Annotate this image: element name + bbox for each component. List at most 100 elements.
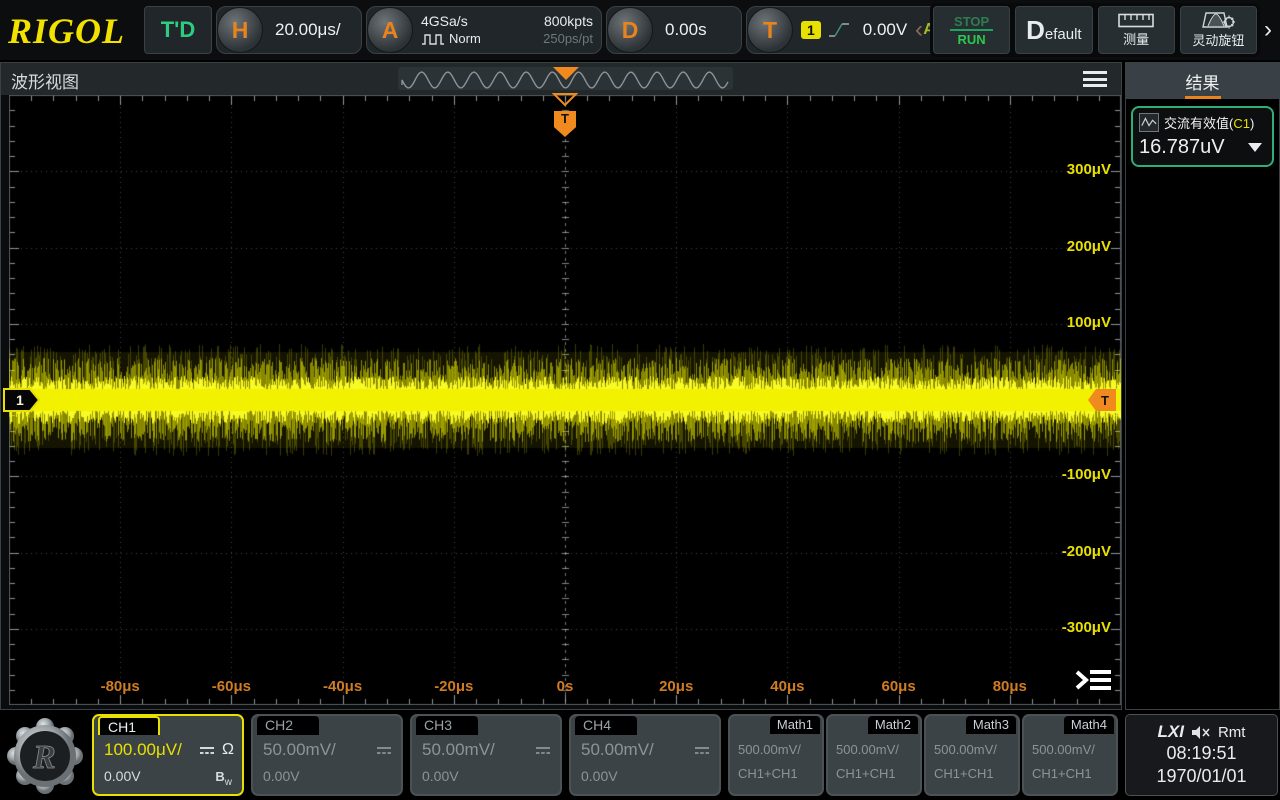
results-menu-expand-icon[interactable] [1073, 665, 1113, 695]
svg-text:T: T [1101, 393, 1109, 408]
clock-date: 1970/01/01 [1156, 765, 1246, 788]
results-title: 结果 [1186, 69, 1220, 94]
speaker-muted-icon [1191, 725, 1211, 740]
voltage-axis-label: 100μV [1039, 314, 1111, 331]
waveform-view-window: 波形视图 300μV200μV100μV-100μV-200μV-300μV-8… [0, 62, 1122, 710]
measurement-card[interactable]: 交流有效值(C1) 16.787uV [1131, 106, 1274, 167]
voltage-axis-label: -100μV [1039, 466, 1111, 483]
math-scale: 500.00mV/ [836, 742, 899, 757]
acquisition-knob[interactable]: A [367, 7, 413, 53]
math-label: Math1 [770, 716, 820, 734]
voltage-axis-label: 300μV [1039, 161, 1111, 178]
results-panel: 结果 交流有效值(C1) 16.787uV [1125, 62, 1280, 710]
math-label: Math4 [1064, 716, 1114, 734]
math-expression: CH1+CH1 [1032, 766, 1092, 781]
math-label: Math3 [966, 716, 1016, 734]
toolbar-scroll-left-icon[interactable]: ‹ [915, 18, 923, 42]
channel-offset: 0.00V [422, 768, 459, 784]
ruler-icon [1118, 13, 1154, 28]
sample-rate: 4GSa/s [421, 12, 468, 30]
voltage-axis-label: -200μV [1039, 543, 1111, 560]
math-card-math2[interactable]: Math2 500.00mV/CH1+CH1 [826, 714, 922, 796]
time-axis-label: 0s [530, 678, 600, 695]
channel-offset: 0.00V [263, 768, 300, 784]
math-scale: 500.00mV/ [1032, 742, 1095, 757]
trigger-flag[interactable]: T [554, 111, 576, 137]
results-header-underline [1185, 96, 1221, 99]
trigger-knob[interactable]: T [747, 7, 793, 53]
delay-value[interactable]: 0.00s [665, 20, 707, 40]
status-clock: LXI Rmt 08:19:51 1970/01/01 [1125, 714, 1278, 796]
channel-scale: 100.00μV/ [104, 740, 182, 760]
channel-offset: 0.00V [104, 768, 141, 788]
waveform-view-title: 波形视图 [11, 68, 79, 93]
trigger-level-marker[interactable]: T [1087, 388, 1117, 412]
trigger-source-badge[interactable]: 1 [801, 21, 821, 39]
time-axis-label: -20μs [419, 678, 489, 695]
top-toolbar: RIGOL T'D H 20.00μs/ A 4GSa/s 800kpts No… [0, 0, 1280, 60]
horizontal-scale[interactable]: 20.00μs/ [275, 20, 341, 40]
quick-knob-button[interactable]: 灵动旋钮 [1180, 6, 1257, 54]
math-scale: 500.00mV/ [934, 742, 997, 757]
stop-run-button[interactable]: STOP RUN [933, 6, 1010, 54]
channel-scale: 50.00mV/ [581, 740, 654, 760]
svg-text:1: 1 [16, 392, 24, 408]
channel-label: CH2 [257, 716, 319, 735]
clock-time: 08:19:51 [1166, 742, 1236, 765]
measurement-dropdown-icon[interactable] [1248, 143, 1262, 152]
dc-coupling-icon [693, 745, 711, 756]
dc-coupling-icon [198, 745, 216, 756]
time-axis-label: 80μs [975, 678, 1045, 695]
math-card-math3[interactable]: Math3500.00mV/CH1+CH1 [924, 714, 1020, 796]
channel-offset: 0.00V [581, 768, 618, 784]
channel-scale: 50.00mV/ [263, 740, 336, 760]
trigger-group: T 1 0.00V A [746, 6, 942, 54]
voltage-axis-label: 200μV [1039, 238, 1111, 255]
waveform-canvas[interactable] [9, 95, 1121, 705]
measure-button[interactable]: 测量 [1098, 6, 1175, 54]
trigger-position-marker[interactable]: T [552, 93, 578, 137]
math-card-math1[interactable]: Math1500.00mV/CH1+CH1 [728, 714, 824, 796]
channel-card-ch4[interactable]: CH4 50.00mV/0.00V [569, 714, 721, 796]
channel-status-bar: R CH1100.00μV/Ω0.00VBwCH250.00mV/0.00VCH… [0, 712, 1280, 800]
channel-label: CH4 [575, 716, 637, 735]
math-card-math4[interactable]: Math4 500.00mV/CH1+CH1 [1022, 714, 1118, 796]
measurement-name: 交流有效值(C1) [1164, 113, 1254, 132]
graticule[interactable]: 300μV200μV100μV-100μV-200μV-300μV-80μs-6… [9, 95, 1121, 705]
acquisition-mode: Norm [449, 30, 481, 48]
toolbar-scroll-right-icon[interactable]: › [1264, 18, 1272, 42]
rigol-nav-knob: R [2, 713, 88, 799]
horizontal-position-strip[interactable] [398, 67, 733, 90]
impedance-label: Ω [222, 741, 234, 759]
trigger-status-badge: T'D [144, 6, 212, 54]
measurement-waveform-icon [1139, 113, 1159, 132]
math-label: Math2 [868, 716, 918, 734]
delay-group: D 0.00s [606, 6, 742, 54]
acquisition-wave-icon [421, 32, 445, 46]
stop-label: STOP [950, 14, 993, 31]
bandwidth-limit-label: Bw [215, 768, 232, 788]
trigger-level[interactable]: 0.00V [863, 20, 907, 40]
time-axis-label: 60μs [864, 678, 934, 695]
quick-knob-icon [1200, 12, 1236, 29]
horizontal-knob[interactable]: H [217, 7, 263, 53]
math-expression: CH1+CH1 [836, 766, 896, 781]
acquisition-panel[interactable]: 4GSa/s 800kpts Norm 250ps/pt [413, 9, 601, 51]
time-axis-label: -60μs [196, 678, 266, 695]
channel-card-ch2[interactable]: CH2 50.00mV/0.00V [251, 714, 403, 796]
waveform-menu-icon[interactable] [1083, 71, 1107, 88]
measurement-value: 16.787uV [1139, 136, 1225, 159]
delay-knob[interactable]: D [607, 7, 653, 53]
time-axis-label: -40μs [308, 678, 378, 695]
channel-label: CH1 [98, 716, 160, 735]
voltage-axis-label: -300μV [1039, 619, 1111, 636]
channel1-position-marker[interactable]: 1 [3, 388, 41, 412]
channel-scale: 50.00mV/ [422, 740, 495, 760]
time-axis-label: 20μs [641, 678, 711, 695]
math-expression: CH1+CH1 [738, 766, 798, 781]
channel-card-ch3[interactable]: CH350.00mV/0.00V [410, 714, 562, 796]
utility-button-group: STOP RUN Default 测量 灵动旋钮 [930, 3, 1260, 57]
time-axis-label: 40μs [752, 678, 822, 695]
default-button[interactable]: Default [1015, 6, 1092, 54]
channel-card-ch1[interactable]: CH1 100.00μV/Ω 0.00V Bw [92, 714, 244, 796]
